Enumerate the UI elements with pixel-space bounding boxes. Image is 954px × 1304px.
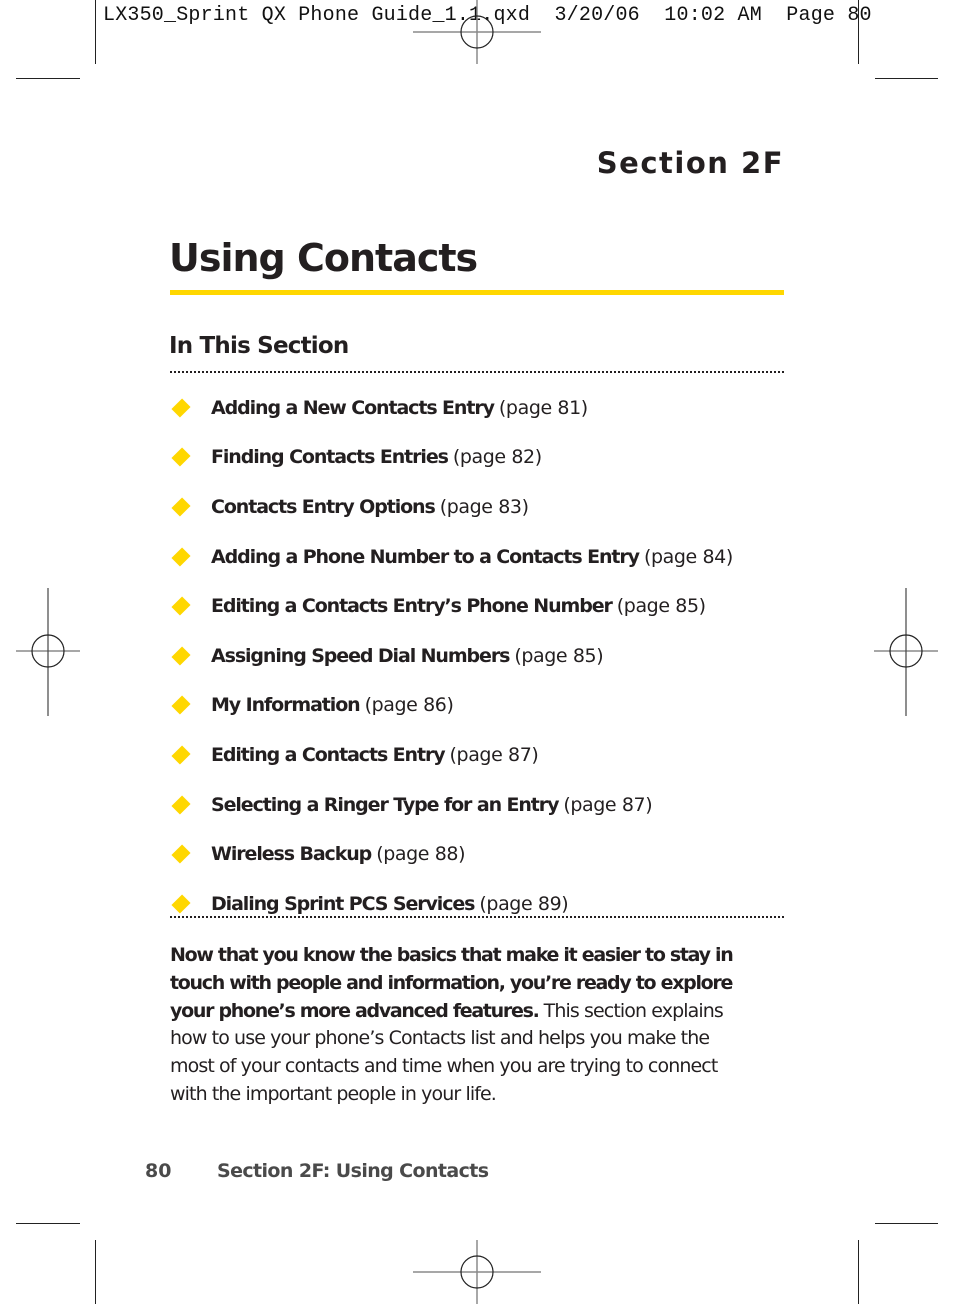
intro-paragraph: Now that you know the basics that make i… xyxy=(170,942,750,1109)
dotted-divider-top xyxy=(170,371,784,373)
toc-item-title: Editing a Contacts Entry xyxy=(211,743,446,766)
registration-mark-icon xyxy=(413,1240,541,1304)
toc-item: Adding a New Contacts Entry (page 81) xyxy=(170,383,790,433)
registration-mark-icon xyxy=(413,0,541,64)
diamond-bullet-icon xyxy=(171,547,191,567)
crop-mark xyxy=(875,1223,938,1224)
toc-item-page-ref: (page 83) xyxy=(439,495,529,518)
registration-mark-icon xyxy=(874,588,938,716)
toc-item-page-ref: (page 81) xyxy=(498,396,588,419)
toc-item: My Information (page 86) xyxy=(170,681,790,731)
diamond-bullet-icon xyxy=(171,398,191,418)
crop-mark xyxy=(858,0,859,64)
toc-item-title: Editing a Contacts Entry’s Phone Number xyxy=(211,595,613,618)
crop-mark xyxy=(95,0,96,64)
toc-item-title: Finding Contacts Entries xyxy=(211,446,449,469)
toc-item-page-ref: (page 87) xyxy=(449,743,539,766)
toc-item: Wireless Backup (page 88) xyxy=(170,829,790,879)
diamond-bullet-icon xyxy=(171,745,191,765)
toc-item-title: Wireless Backup xyxy=(211,843,372,866)
diamond-bullet-icon xyxy=(171,894,191,914)
page-number: 80 xyxy=(145,1160,172,1182)
toc-item: Adding a Phone Number to a Contacts Entr… xyxy=(170,532,790,582)
toc-item-page-ref: (page 89) xyxy=(479,892,569,915)
section-label: Section 2F xyxy=(596,146,784,180)
diamond-bullet-icon xyxy=(171,497,191,517)
toc-item-title: Assigning Speed Dial Numbers xyxy=(211,644,510,667)
registration-mark-icon xyxy=(16,588,80,716)
dotted-divider-bottom xyxy=(170,916,784,918)
toc-item: Selecting a Ringer Type for an Entry (pag… xyxy=(170,780,790,830)
toc-item-page-ref: (page 87) xyxy=(563,793,653,816)
toc-item-page-ref: (page 82) xyxy=(452,446,542,469)
title-underline xyxy=(170,290,784,295)
toc-item-page-ref: (page 86) xyxy=(364,694,454,717)
crop-mark xyxy=(16,78,80,79)
toc-item-page-ref: (page 85) xyxy=(514,644,604,667)
crop-mark xyxy=(95,1240,96,1304)
crop-mark xyxy=(858,1240,859,1304)
diamond-bullet-icon xyxy=(171,447,191,467)
diamond-bullet-icon xyxy=(171,795,191,815)
toc-item: Editing a Contacts Entry’s Phone Number(… xyxy=(170,581,790,631)
toc-item-page-ref: (page 85) xyxy=(616,595,706,618)
toc-item-title: Dialing Sprint PCS Services xyxy=(211,892,475,915)
toc-item-title: My Information xyxy=(211,694,361,717)
diamond-bullet-icon xyxy=(171,844,191,864)
toc-item: Assigning Speed Dial Numbers (page 85) xyxy=(170,631,790,681)
crop-mark xyxy=(875,78,938,79)
toc-item-title: Contacts Entry Options xyxy=(211,495,436,518)
toc-item-title: Adding a Phone Number to a Contacts Entr… xyxy=(211,545,640,568)
page-title: Using Contacts xyxy=(169,236,478,280)
toc-item-title: Adding a New Contacts Entry xyxy=(211,396,495,419)
toc-item: Editing a Contacts Entry (page 87) xyxy=(170,730,790,780)
toc-item: Contacts Entry Options (page 83) xyxy=(170,482,790,532)
toc-item-page-ref: (page 88) xyxy=(376,843,466,866)
toc-item: Finding Contacts Entries (page 82) xyxy=(170,433,790,483)
diamond-bullet-icon xyxy=(171,695,191,715)
section-contents-list: Adding a New Contacts Entry (page 81) Find… xyxy=(170,383,790,929)
diamond-bullet-icon xyxy=(171,596,191,616)
toc-item-page-ref: (page 84) xyxy=(643,545,733,568)
toc-item: Dialing Sprint PCS Services (page 89) xyxy=(170,879,790,929)
running-footer-title: Section 2F: Using Contacts xyxy=(217,1160,489,1182)
in-this-section-heading: In This Section xyxy=(169,333,349,359)
diamond-bullet-icon xyxy=(171,646,191,666)
crop-mark xyxy=(16,1223,80,1224)
toc-item-title: Selecting a Ringer Type for an Entry xyxy=(211,793,559,816)
